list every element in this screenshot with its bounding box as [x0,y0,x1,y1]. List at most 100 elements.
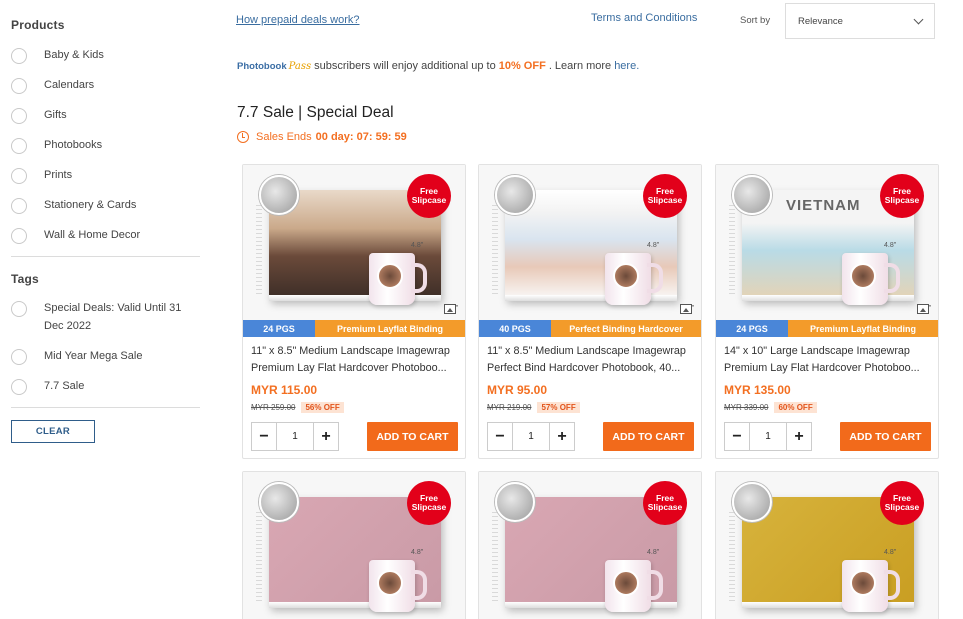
quantity-stepper: − 1 + [724,422,812,451]
product-image[interactable]: Free Slipcase 4.8" [243,472,465,619]
discount-row: MYR 219.00 57% OFF [487,402,580,413]
product-name[interactable]: 14" x 10" Large Landscape Imagewrap Prem… [724,343,934,377]
cover-title: VIETNAM [786,197,861,214]
product-name[interactable]: 11" x 8.5" Medium Landscape Imagewrap Pe… [487,343,697,377]
tag-special-deals[interactable]: Special Deals: Valid Until 31 Dec 2022 [11,301,201,335]
filter-photobooks[interactable]: Photobooks [11,138,201,154]
radio-icon[interactable] [11,349,27,365]
promo-banner: Photobook Pass subscribers will enjoy ad… [237,60,639,72]
sale-countdown: Sales Ends 00 day: 07: 59: 59 [237,131,407,143]
mug-photo [850,570,876,596]
filter-label: Mid Year Mega Sale [44,350,143,362]
radio-icon[interactable] [11,48,27,64]
gallery-icon[interactable] [680,304,692,314]
mug-image [369,253,427,305]
terms-link[interactable]: Terms and Conditions [591,12,697,24]
radio-icon[interactable] [11,379,27,395]
quantity-value[interactable]: 1 [749,423,787,450]
minus-icon[interactable]: − [488,423,512,450]
plus-icon[interactable]: + [314,423,338,450]
radio-icon[interactable] [11,198,27,214]
product-image[interactable]: Free Slipcase 4.8"VIETNAM3.7" [716,165,938,320]
quantity-value[interactable]: 1 [512,423,550,450]
original-price: MYR 219.00 [487,403,532,412]
radio-icon[interactable] [11,168,27,184]
tag-mid-year-mega-sale[interactable]: Mid Year Mega Sale [11,349,201,365]
mug-image [369,560,427,612]
product-name-line: 11" x 8.5" Medium Landscape Imagewrap [251,345,450,357]
divider [11,407,200,408]
gallery-icon[interactable] [444,304,456,314]
book-pages [742,602,914,608]
promo-text-after: . Learn more [548,60,612,72]
radio-icon[interactable] [11,108,27,124]
section-title: 7.7 Sale | Special Deal [237,104,394,121]
chevron-down-icon [913,14,924,24]
filter-label: Gifts [44,109,67,121]
pages-tag: 24 PGS [716,320,788,337]
plus-icon[interactable]: + [550,423,574,450]
mug-image [605,253,663,305]
filter-label: Baby & Kids [44,49,104,61]
promo-here-link[interactable]: here. [614,60,639,72]
add-to-cart-button[interactable]: ADD TO CART [603,422,694,451]
product-card[interactable]: Free Slipcase 4.8" [478,471,702,619]
radio-icon[interactable] [11,138,27,154]
product-name[interactable]: 11" x 8.5" Medium Landscape Imagewrap Pr… [251,343,461,377]
filter-prints[interactable]: Prints [11,168,201,184]
add-to-cart-button[interactable]: ADD TO CART [367,422,458,451]
badge-line: Slipcase [647,502,683,512]
discount-badge: 57% OFF [537,402,580,413]
discount-row: MYR 259.00 56% OFF [251,402,344,413]
filter-baby-kids[interactable]: Baby & Kids [11,48,201,64]
add-to-cart-button[interactable]: ADD TO CART [840,422,931,451]
plus-icon[interactable]: + [787,423,811,450]
product-image[interactable]: Free Slipcase 4.8"3.7" [479,165,701,320]
pass-logo-text: Pass [288,60,312,72]
spine-text [256,512,262,602]
product-card[interactable]: Free Slipcase 4.8"VIETNAM3.7" 24 PGS Pre… [715,164,939,459]
radio-icon[interactable] [11,78,27,94]
sale-price: MYR 115.00 [251,383,318,397]
radio-icon[interactable] [11,228,27,244]
binding-tag: Perfect Binding Hardcover [551,320,701,337]
filter-calendars[interactable]: Calendars [11,78,201,94]
promo-text: subscribers will enjoy additional up to [314,60,496,72]
product-image[interactable]: Free Slipcase 4.8" [716,472,938,619]
product-card[interactable]: Free Slipcase 4.8" [242,471,466,619]
radio-icon[interactable] [11,301,27,317]
gallery-icon[interactable] [917,304,929,314]
product-card[interactable]: Free Slipcase 4.8"3.7" 24 PGS Premium La… [242,164,466,459]
clear-button[interactable]: CLEAR [11,420,95,443]
dimension-label: 4.8" [411,549,424,556]
product-card[interactable]: Free Slipcase 4.8" [715,471,939,619]
spec-tags: 40 PGS Perfect Binding Hardcover [479,320,701,337]
pages-tag: 24 PGS [243,320,315,337]
binding-tag: Premium Layflat Binding [788,320,938,337]
discount-badge: 56% OFF [301,402,344,413]
spine-text [492,512,498,602]
page-preview-thumbnail [732,175,772,215]
filter-wall-home-decor[interactable]: Wall & Home Decor [11,228,201,244]
how-prepaid-deals-link[interactable]: How prepaid deals work? [236,14,360,26]
quantity-value[interactable]: 1 [276,423,314,450]
product-image[interactable]: Free Slipcase 4.8"3.7" [243,165,465,320]
sale-price: MYR 135.00 [724,383,791,397]
sort-select[interactable]: Relevance [785,3,935,39]
product-card[interactable]: Free Slipcase 4.8"3.7" 40 PGS Perfect Bi… [478,164,702,459]
product-name-line: Perfect Bind Hardcover Photobook, 40... [487,362,681,374]
product-image[interactable]: Free Slipcase 4.8" [479,472,701,619]
filter-stationery-cards[interactable]: Stationery & Cards [11,198,201,214]
page-preview-thumbnail [732,482,772,522]
minus-icon[interactable]: − [252,423,276,450]
tag-7-7-sale[interactable]: 7.7 Sale [11,379,201,395]
filter-gifts[interactable]: Gifts [11,108,201,124]
discount-row: MYR 339.00 60% OFF [724,402,817,413]
mug-photo [613,570,639,596]
minus-icon[interactable]: − [725,423,749,450]
product-name-line: 14" x 10" Large Landscape Imagewrap [724,345,910,357]
quantity-stepper: − 1 + [487,422,575,451]
product-name-line: 11" x 8.5" Medium Landscape Imagewrap [487,345,686,357]
product-name-line: Premium Lay Flat Hardcover Photoboo... [724,362,920,374]
dimension-label: 4.8" [647,242,660,249]
